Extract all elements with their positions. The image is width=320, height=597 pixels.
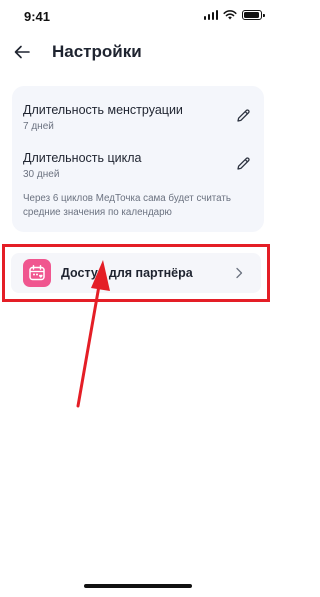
cycle-duration-row[interactable]: Длительность цикла 30 дней bbox=[23, 151, 253, 181]
edit-cycle-button[interactable] bbox=[233, 153, 253, 173]
chevron-right-icon bbox=[236, 267, 243, 279]
cycle-duration-label: Длительность цикла bbox=[23, 151, 142, 165]
pencil-icon bbox=[236, 108, 250, 122]
wifi-icon bbox=[223, 10, 237, 20]
home-indicator bbox=[84, 584, 192, 588]
partner-access-highlight: Доступ для партнёра bbox=[2, 244, 270, 302]
status-bar: 9:41 bbox=[0, 0, 276, 34]
settings-hint: Через 6 циклов МедТочка сама будет счита… bbox=[23, 193, 232, 218]
status-time: 9:41 bbox=[24, 9, 51, 24]
partner-access-item[interactable]: Доступ для партнёра bbox=[11, 253, 261, 293]
menstruation-duration-row[interactable]: Длительность менструации 7 дней bbox=[23, 103, 253, 133]
cellular-signal-icon bbox=[203, 10, 218, 20]
battery-icon bbox=[242, 10, 265, 20]
cycle-duration-value: 30 дней bbox=[23, 169, 60, 180]
partner-access-label: Доступ для партнёра bbox=[61, 266, 193, 280]
cycle-settings-card: Длительность менструации 7 дней Длительн… bbox=[12, 86, 264, 232]
arrow-left-icon bbox=[14, 45, 30, 59]
menstruation-duration-value: 7 дней bbox=[23, 121, 54, 132]
back-button[interactable] bbox=[8, 38, 36, 66]
edit-menstruation-button[interactable] bbox=[233, 105, 253, 125]
calendar-heart-icon bbox=[23, 259, 51, 287]
page-title: Настройки bbox=[52, 42, 142, 61]
header: Настройки bbox=[0, 34, 276, 70]
pencil-icon bbox=[236, 156, 250, 170]
menstruation-duration-label: Длительность менструации bbox=[23, 103, 183, 117]
status-icons bbox=[203, 10, 265, 20]
